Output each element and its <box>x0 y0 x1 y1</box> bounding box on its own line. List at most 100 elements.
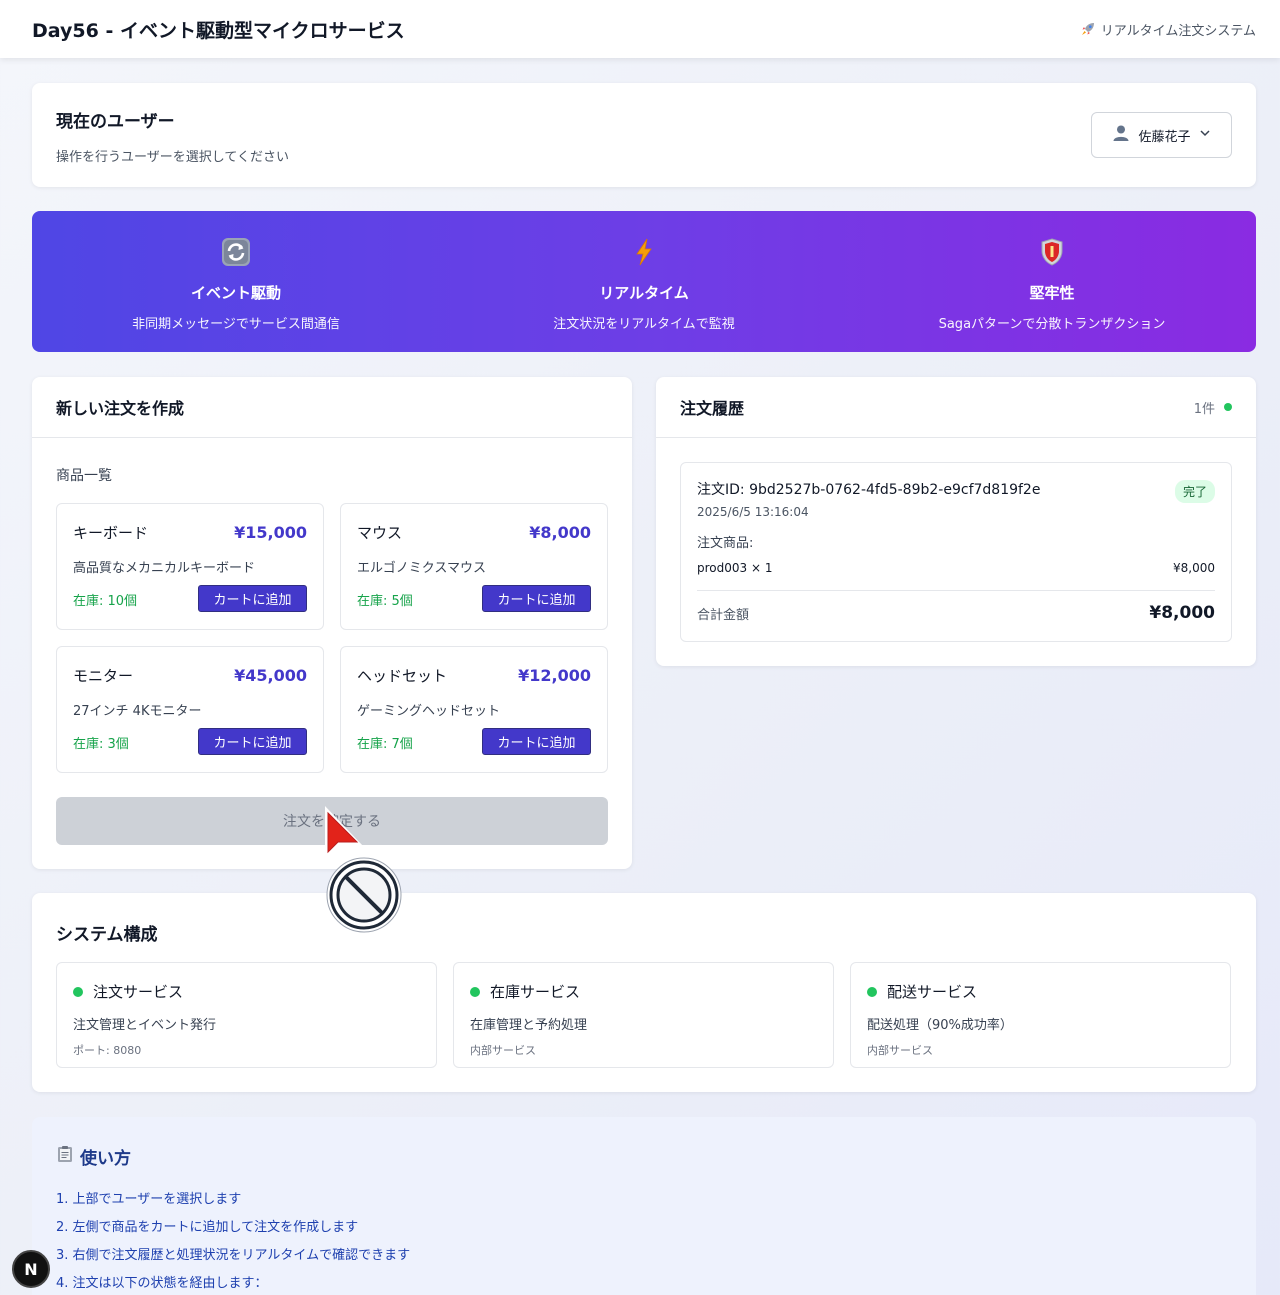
add-to-cart-button[interactable]: カートに追加 <box>482 728 591 755</box>
service-card: 配送サービス 配送処理（90%成功率） 内部サービス <box>850 962 1231 1068</box>
order-count-text: 1件 <box>1193 401 1215 417</box>
order-history-header: 注文履歴 1件 <box>656 377 1256 438</box>
not-allowed-icon <box>325 856 405 940</box>
user-select[interactable]: 佐藤花子 <box>1091 112 1232 158</box>
order-history-title: 注文履歴 <box>680 399 745 418</box>
product-card: マウス ¥8,000 エルゴノミクスマウス 在庫: 5個 カートに追加 <box>340 503 608 630</box>
header-subtitle: リアルタイム注文システム <box>1081 20 1256 39</box>
feature-banner: イベント駆動 非同期メッセージでサービス間通信 リアルタイム 注文状況をリアルタ… <box>32 211 1256 352</box>
live-status-dot <box>1224 403 1232 411</box>
rocket-icon <box>1081 22 1095 36</box>
product-card: ヘッドセット ¥12,000 ゲーミングヘッドセット 在庫: 7個 カートに追加 <box>340 646 608 773</box>
divider <box>697 590 1215 591</box>
service-note: ポート: 8080 <box>73 1044 142 1057</box>
service-status-dot <box>470 986 480 997</box>
product-card: モニター ¥45,000 27インチ 4Kモニター 在庫: 3個 カートに追加 <box>56 646 324 773</box>
add-to-cart-button[interactable]: カートに追加 <box>482 585 591 612</box>
order-history-item[interactable]: 注文ID: 9bd2527b-0762-4fd5-89b2-e9cf7d819f… <box>680 462 1232 642</box>
products-label: 商品一覧 <box>56 468 112 484</box>
shield-icon <box>1037 237 1067 267</box>
product-description: 27インチ 4Kモニター <box>73 704 202 719</box>
service-description: 注文管理とイベント発行 <box>73 1018 217 1033</box>
how-to-step: 2. 左側で商品をカートに追加して注文を作成します <box>56 1220 359 1235</box>
new-order-title: 新しい注文を作成 <box>56 399 185 418</box>
refresh-icon <box>221 237 251 267</box>
feature-title: イベント駆動 <box>190 284 281 302</box>
how-to-use-title-text: 使い方 <box>80 1149 131 1169</box>
feature-description: 注文状況をリアルタイムで監視 <box>553 317 735 332</box>
system-card: システム構成 注文サービス 注文管理とイベント発行 ポート: 8080 在庫サー… <box>32 893 1256 1092</box>
service-card: 注文サービス 注文管理とイベント発行 ポート: 8080 <box>56 962 437 1068</box>
product-name: マウス <box>357 524 403 542</box>
service-status-dot <box>73 986 83 997</box>
add-to-cart-button[interactable]: カートに追加 <box>198 585 307 612</box>
service-description: 配送処理（90%成功率） <box>867 1018 1013 1033</box>
feature-description: Sagaパターンで分散トランザクション <box>938 317 1166 332</box>
new-order-header: 新しい注文を作成 <box>32 377 632 438</box>
how-to-step: 4. 注文は以下の状態を経由します： <box>56 1276 268 1291</box>
order-line-item: prod003 × 1 ¥8,000 <box>697 561 1215 575</box>
user-icon <box>1112 124 1130 146</box>
product-name: モニター <box>73 667 134 685</box>
app-header: Day56 - イベント駆動型マイクロサービス リアルタイム注文システム <box>0 0 1280 58</box>
dev-tools-badge[interactable]: N <box>12 1250 50 1288</box>
service-status-dot <box>867 986 877 997</box>
how-to-step: 3. 右側で注文履歴と処理状況をリアルタイムで確認できます <box>56 1248 411 1263</box>
clipboard-icon <box>56 1145 74 1168</box>
service-name: 配送サービス <box>887 983 978 1001</box>
service-name: 在庫サービス <box>490 983 581 1001</box>
system-title: システム構成 <box>56 925 158 945</box>
product-price: ¥15,000 <box>234 523 307 542</box>
service-name-row: 配送サービス <box>867 981 1214 1002</box>
user-card-description: 操作を行うユーザーを選択してください <box>56 150 289 165</box>
lightning-icon <box>629 237 659 267</box>
product-stock: 在庫: 3個 <box>73 737 129 752</box>
user-select-value: 佐藤花子 <box>1138 129 1191 145</box>
how-to-use-panel: 使い方 1. 上部でユーザーを選択します 2. 左側で商品をカートに追加して注文… <box>32 1117 1256 1295</box>
order-line-product: prod003 × 1 <box>697 561 773 575</box>
order-total-label: 合計金額 <box>697 607 750 623</box>
how-to-step: 1. 上部でユーザーを選択します <box>56 1192 242 1207</box>
product-name: キーボード <box>73 524 149 542</box>
product-price: ¥45,000 <box>234 666 307 685</box>
status-badge: 完了 <box>1174 480 1215 503</box>
feature-item: イベント駆動 非同期メッセージでサービス間通信 <box>32 211 440 352</box>
order-items-label: 注文商品: <box>697 536 754 551</box>
order-count: 1件 <box>1194 398 1232 417</box>
product-description: ゲーミングヘッドセット <box>357 704 501 719</box>
order-line-price: ¥8,000 <box>1173 561 1215 575</box>
product-price: ¥8,000 <box>529 523 591 542</box>
product-price: ¥12,000 <box>518 666 591 685</box>
service-card: 在庫サービス 在庫管理と予約処理 内部サービス <box>453 962 834 1068</box>
service-name: 注文サービス <box>93 983 184 1001</box>
product-description: 高品質なメカニカルキーボード <box>73 561 256 576</box>
feature-title: リアルタイム <box>599 284 689 302</box>
feature-description: 非同期メッセージでサービス間通信 <box>132 317 340 332</box>
order-total-amount: ¥8,000 <box>1149 603 1215 623</box>
service-description: 在庫管理と予約処理 <box>470 1018 588 1033</box>
product-name: ヘッドセット <box>357 667 448 685</box>
service-note: 内部サービス <box>867 1044 933 1057</box>
user-card: 現在のユーザー 操作を行うユーザーを選択してください 佐藤花子 <box>32 83 1256 187</box>
product-stock: 在庫: 7個 <box>357 737 413 752</box>
product-stock: 在庫: 5個 <box>357 594 413 609</box>
feature-item: リアルタイム 注文状況をリアルタイムで監視 <box>440 211 848 352</box>
service-name-row: 注文サービス <box>73 981 420 1002</box>
service-name-row: 在庫サービス <box>470 981 817 1002</box>
order-total-row: 合計金額 ¥8,000 <box>697 603 1215 623</box>
feature-title: 堅牢性 <box>1029 284 1075 302</box>
new-order-card: 新しい注文を作成 商品一覧 キーボード ¥15,000 高品質なメカニカルキーボ… <box>32 377 632 869</box>
how-to-use-title: 使い方 <box>56 1144 1232 1169</box>
header-subtitle-text: リアルタイム注文システム <box>1100 23 1256 39</box>
order-date: 2025/6/5 13:16:04 <box>697 505 809 519</box>
feature-item: 堅牢性 Sagaパターンで分散トランザクション <box>848 211 1256 352</box>
chevron-down-icon <box>1199 127 1211 143</box>
user-card-title: 現在のユーザー <box>56 112 175 132</box>
add-to-cart-button[interactable]: カートに追加 <box>198 728 307 755</box>
product-card: キーボード ¥15,000 高品質なメカニカルキーボード 在庫: 10個 カート… <box>56 503 324 630</box>
product-description: エルゴノミクスマウス <box>357 561 486 576</box>
order-id: 注文ID: 9bd2527b-0762-4fd5-89b2-e9cf7d819f… <box>697 482 1041 498</box>
order-history-card: 注文履歴 1件 注文ID: 9bd2527b-0762-4fd5-89b2-e9… <box>656 377 1256 666</box>
product-stock: 在庫: 10個 <box>73 594 138 609</box>
page-title: Day56 - イベント駆動型マイクロサービス <box>32 19 405 42</box>
